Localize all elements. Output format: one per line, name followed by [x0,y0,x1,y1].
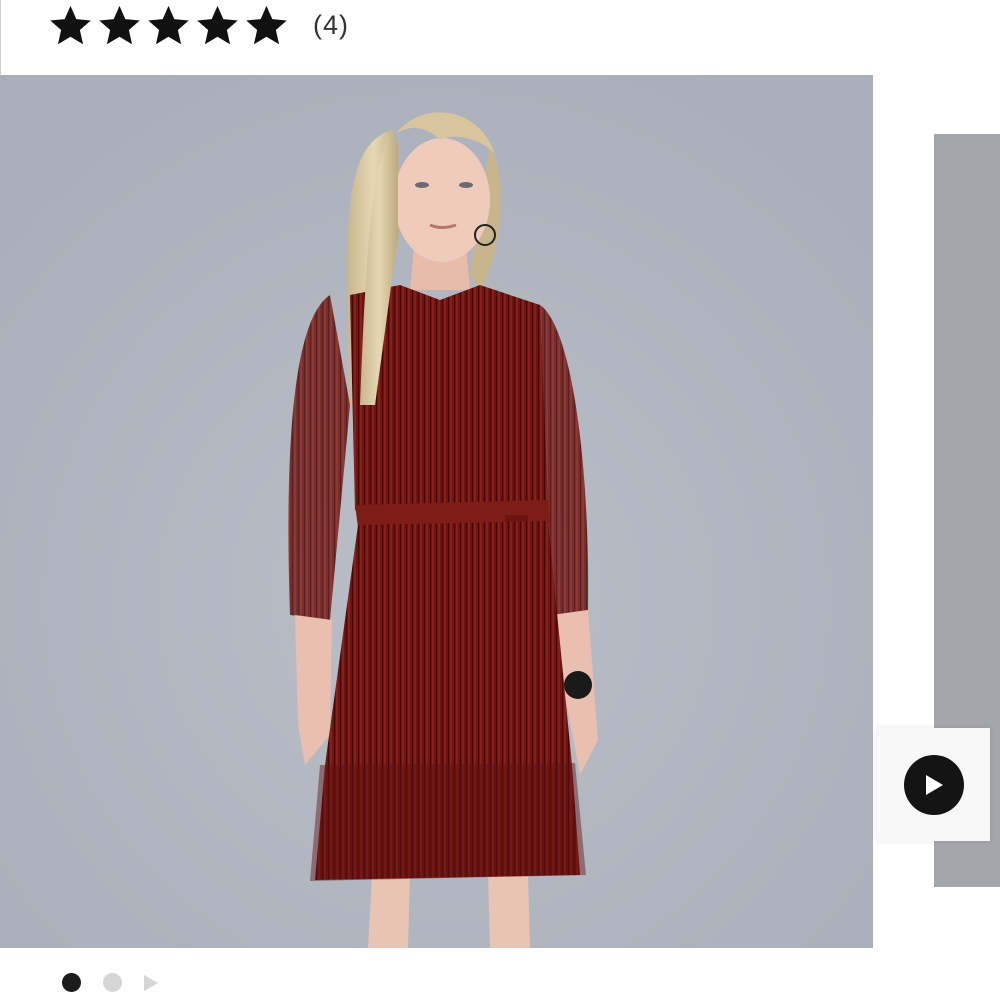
product-rating[interactable]: (4) [48,0,349,50]
star-icon [148,5,189,44]
play-video-button[interactable] [903,754,964,815]
star-icon [50,5,91,44]
star-icon [99,5,140,44]
image-carousel-pager [62,973,158,992]
product-video-thumbnail[interactable] [877,728,990,841]
page-edge-rule [0,0,1,75]
review-count[interactable]: (4) [313,10,349,41]
carousel-dot-2[interactable] [103,973,122,992]
carousel-dot-1[interactable] [62,973,81,992]
star-icon [197,5,238,44]
star-icon [246,5,287,44]
product-photo-icon [0,75,873,948]
product-main-image[interactable] [0,75,873,948]
carousel-next-arrow-icon[interactable] [144,974,158,991]
star-rating [48,3,289,48]
play-icon [925,774,943,795]
